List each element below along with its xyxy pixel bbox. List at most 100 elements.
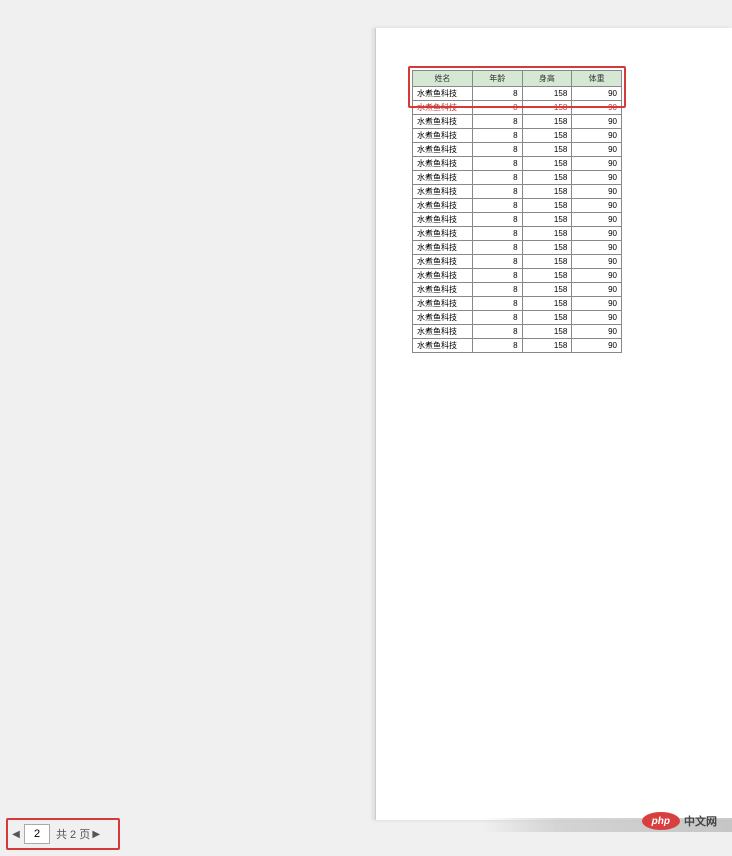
cell-age: 8 bbox=[472, 339, 522, 353]
php-site-label: 中文网 bbox=[684, 813, 717, 829]
cell-age: 8 bbox=[472, 311, 522, 325]
cell-name: 水煮鱼科技 bbox=[413, 255, 473, 269]
cell-weight: 90 bbox=[572, 269, 622, 283]
cell-name: 水煮鱼科技 bbox=[413, 115, 473, 129]
table-row: 水煮鱼科技815890 bbox=[413, 101, 622, 115]
table-row: 水煮鱼科技815890 bbox=[413, 171, 622, 185]
cell-age: 8 bbox=[472, 325, 522, 339]
php-watermark-badge: php 中文网 bbox=[642, 812, 717, 830]
cell-name: 水煮鱼科技 bbox=[413, 143, 473, 157]
cell-name: 水煮鱼科技 bbox=[413, 297, 473, 311]
cell-age: 8 bbox=[472, 143, 522, 157]
table-row: 水煮鱼科技815890 bbox=[413, 297, 622, 311]
cell-weight: 90 bbox=[572, 283, 622, 297]
table-row: 水煮鱼科技815890 bbox=[413, 227, 622, 241]
prev-page-button[interactable]: ◀ bbox=[10, 824, 22, 844]
cell-age: 8 bbox=[472, 129, 522, 143]
cell-weight: 90 bbox=[572, 199, 622, 213]
cell-height: 158 bbox=[522, 325, 572, 339]
table-row: 水煮鱼科技815890 bbox=[413, 157, 622, 171]
cell-weight: 90 bbox=[572, 143, 622, 157]
cell-name: 水煮鱼科技 bbox=[413, 199, 473, 213]
table-row: 水煮鱼科技815890 bbox=[413, 129, 622, 143]
cell-height: 158 bbox=[522, 87, 572, 101]
cell-age: 8 bbox=[472, 213, 522, 227]
php-logo-icon: php bbox=[642, 812, 680, 830]
table-row: 水煮鱼科技815890 bbox=[413, 311, 622, 325]
cell-name: 水煮鱼科技 bbox=[413, 269, 473, 283]
table-row: 水煮鱼科技815890 bbox=[413, 115, 622, 129]
cell-age: 8 bbox=[472, 199, 522, 213]
cell-age: 8 bbox=[472, 157, 522, 171]
cell-weight: 90 bbox=[572, 115, 622, 129]
table-row: 水煮鱼科技815890 bbox=[413, 325, 622, 339]
cell-height: 158 bbox=[522, 227, 572, 241]
table-row: 水煮鱼科技815890 bbox=[413, 283, 622, 297]
cell-height: 158 bbox=[522, 269, 572, 283]
cell-height: 158 bbox=[522, 115, 572, 129]
table-row: 水煮鱼科技815890 bbox=[413, 339, 622, 353]
table-row: 水煮鱼科技815890 bbox=[413, 87, 622, 101]
page-total-label: 共 2 页 bbox=[56, 826, 90, 842]
cell-height: 158 bbox=[522, 297, 572, 311]
pagination-control: ◀ 共 2 页 ▶ bbox=[6, 818, 120, 850]
cell-height: 158 bbox=[522, 101, 572, 115]
cell-age: 8 bbox=[472, 241, 522, 255]
cell-name: 水煮鱼科技 bbox=[413, 241, 473, 255]
cell-name: 水煮鱼科技 bbox=[413, 129, 473, 143]
cell-height: 158 bbox=[522, 283, 572, 297]
print-preview-page: 姓名 年龄 身高 体重 水煮鱼科技815890水煮鱼科技815890水煮鱼科技8… bbox=[375, 28, 732, 820]
cell-weight: 90 bbox=[572, 297, 622, 311]
cell-height: 158 bbox=[522, 213, 572, 227]
cell-name: 水煮鱼科技 bbox=[413, 171, 473, 185]
cell-height: 158 bbox=[522, 241, 572, 255]
cell-age: 8 bbox=[472, 297, 522, 311]
cell-age: 8 bbox=[472, 101, 522, 115]
cell-weight: 90 bbox=[572, 129, 622, 143]
cell-name: 水煮鱼科技 bbox=[413, 213, 473, 227]
cell-name: 水煮鱼科技 bbox=[413, 185, 473, 199]
cell-weight: 90 bbox=[572, 101, 622, 115]
cell-age: 8 bbox=[472, 269, 522, 283]
table-row: 水煮鱼科技815890 bbox=[413, 241, 622, 255]
cell-weight: 90 bbox=[572, 227, 622, 241]
cell-age: 8 bbox=[472, 283, 522, 297]
cell-weight: 90 bbox=[572, 311, 622, 325]
cell-age: 8 bbox=[472, 185, 522, 199]
cell-weight: 90 bbox=[572, 171, 622, 185]
header-name: 姓名 bbox=[413, 71, 473, 87]
cell-weight: 90 bbox=[572, 185, 622, 199]
cell-height: 158 bbox=[522, 339, 572, 353]
cell-weight: 90 bbox=[572, 87, 622, 101]
data-table: 姓名 年龄 身高 体重 水煮鱼科技815890水煮鱼科技815890水煮鱼科技8… bbox=[412, 70, 622, 353]
cell-name: 水煮鱼科技 bbox=[413, 157, 473, 171]
cell-name: 水煮鱼科技 bbox=[413, 283, 473, 297]
cell-height: 158 bbox=[522, 255, 572, 269]
cell-name: 水煮鱼科技 bbox=[413, 87, 473, 101]
table-row: 水煮鱼科技815890 bbox=[413, 185, 622, 199]
table-row: 水煮鱼科技815890 bbox=[413, 255, 622, 269]
cell-age: 8 bbox=[472, 115, 522, 129]
page-number-input[interactable] bbox=[24, 824, 50, 844]
header-age: 年龄 bbox=[472, 71, 522, 87]
cell-height: 158 bbox=[522, 129, 572, 143]
data-table-container: 姓名 年龄 身高 体重 水煮鱼科技815890水煮鱼科技815890水煮鱼科技8… bbox=[412, 70, 622, 353]
cell-age: 8 bbox=[472, 87, 522, 101]
cell-height: 158 bbox=[522, 143, 572, 157]
cell-weight: 90 bbox=[572, 339, 622, 353]
cell-height: 158 bbox=[522, 311, 572, 325]
cell-name: 水煮鱼科技 bbox=[413, 339, 473, 353]
next-page-button[interactable]: ▶ bbox=[90, 824, 102, 844]
table-row: 水煮鱼科技815890 bbox=[413, 213, 622, 227]
cell-age: 8 bbox=[472, 171, 522, 185]
table-header-row: 姓名 年龄 身高 体重 bbox=[413, 71, 622, 87]
table-row: 水煮鱼科技815890 bbox=[413, 199, 622, 213]
cell-height: 158 bbox=[522, 171, 572, 185]
cell-age: 8 bbox=[472, 227, 522, 241]
cell-height: 158 bbox=[522, 199, 572, 213]
cell-name: 水煮鱼科技 bbox=[413, 311, 473, 325]
cell-name: 水煮鱼科技 bbox=[413, 227, 473, 241]
cell-weight: 90 bbox=[572, 241, 622, 255]
cell-weight: 90 bbox=[572, 213, 622, 227]
cell-weight: 90 bbox=[572, 255, 622, 269]
